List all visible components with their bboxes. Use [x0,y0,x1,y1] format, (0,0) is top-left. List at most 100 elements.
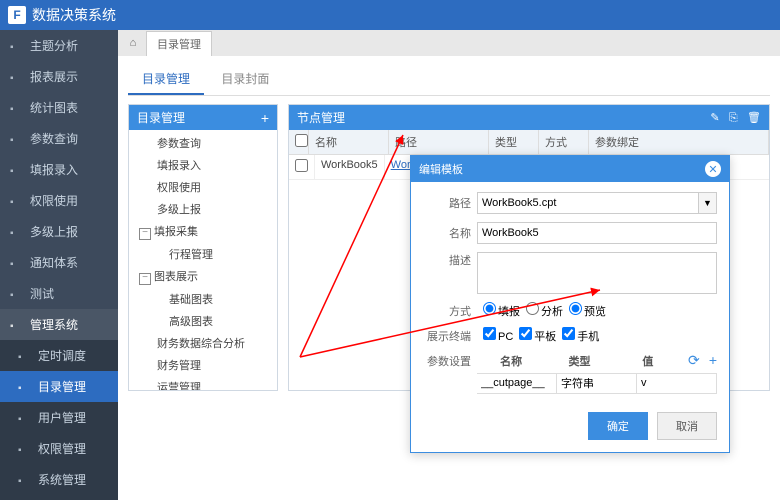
sidebar-item[interactable]: 多级上报 [0,216,118,247]
mode-radio[interactable] [526,302,539,315]
sidebar-item[interactable]: 主题分析 [0,30,118,61]
tree-item[interactable]: 基础图表 [129,288,277,310]
home-icon[interactable]: ⌂ [124,34,142,52]
path-dropdown-icon[interactable]: ▼ [699,192,717,214]
sidebar-sub-item[interactable]: 权限管理 [0,433,118,464]
add-param-icon[interactable]: + [709,352,717,368]
link-icon[interactable]: ⎘ [729,112,738,124]
nav-icon [18,442,32,456]
nav-icon [10,132,24,146]
sidebar-item[interactable]: 通知体系 [0,247,118,278]
sidebar-item-label: 目录管理 [38,378,86,395]
col-mode: 方式 [539,130,589,154]
mode-radio[interactable] [569,302,582,315]
sidebar-item-label: 权限管理 [38,440,86,457]
tree-item[interactable]: 填报采集 [129,220,277,243]
sidebar-item-label: 统计图表 [30,99,78,116]
sidebar-section-admin[interactable]: 管理系统 [0,309,118,340]
path-input[interactable] [477,192,699,214]
name-input[interactable] [477,222,717,244]
tab-catalog-cover[interactable]: 目录封面 [207,64,283,93]
tree-item[interactable]: 参数查询 [129,132,277,154]
nav-icon [18,349,32,363]
mode-opt-label: 分析 [541,306,563,318]
edit-icon[interactable]: ✎ [710,112,719,124]
add-icon[interactable]: + [261,110,269,126]
tree-item[interactable]: 财务管理 [129,354,277,376]
row-checkbox[interactable] [295,159,308,172]
tree-item[interactable]: 行程管理 [129,243,277,265]
sidebar-sub-item[interactable]: 定时调度 [0,340,118,371]
nav-icon [10,70,24,84]
node-panel-tools: ✎ ⎘ 🗑 [704,110,761,125]
nav-icon [10,194,24,208]
sidebar-item[interactable]: 参数查询 [0,123,118,154]
param-col-value: 值 [614,353,682,369]
param-col-name: 名称 [477,353,545,369]
nav-icon [10,225,24,239]
nav-icon [10,256,24,270]
sidebar-item[interactable]: 测试 [0,278,118,309]
sidebar-item-label: 系统管理 [38,471,86,488]
device-checkbox[interactable] [519,327,532,340]
name-label: 名称 [423,225,471,241]
tree-item[interactable]: 财务数据综合分析 [129,332,277,354]
app-logo-icon: F [8,6,26,24]
breadcrumb-tab[interactable]: 目录管理 [146,31,212,56]
breadcrumb: ⌂ 目录管理 [118,30,780,56]
mode-opt-label: 预览 [584,306,606,318]
ok-button[interactable]: 确定 [588,412,648,440]
sidebar-item[interactable]: 统计图表 [0,92,118,123]
tree-item[interactable]: 权限使用 [129,176,277,198]
tree-item[interactable]: 图表展示 [129,265,277,288]
sidebar-sub-item[interactable]: 外观配置 [0,495,118,500]
sidebar-item-label: 通知体系 [30,254,78,271]
close-icon[interactable]: ✕ [705,161,721,177]
refresh-icon[interactable]: ⟳ [688,352,700,368]
tree-item[interactable]: 多级上报 [129,198,277,220]
col-param: 参数绑定 [589,130,769,154]
tree-item[interactable]: 填报录入 [129,154,277,176]
sidebar-sub-item[interactable]: 用户管理 [0,402,118,433]
param-type-select[interactable] [561,377,632,389]
sidebar-sub-item[interactable]: 目录管理 [0,371,118,402]
mode-label: 方式 [423,303,471,319]
app-header: F 数据决策系统 [0,0,780,30]
tab-catalog-manage[interactable]: 目录管理 [128,64,204,95]
sidebar-sub-item[interactable]: 系统管理 [0,464,118,495]
cell-name: WorkBook5 [315,155,385,179]
mode-opt-label: 填报 [498,306,520,318]
sidebar: 主题分析报表展示统计图表参数查询填报录入权限使用多级上报通知体系测试 管理系统 … [0,30,118,500]
device-checkbox[interactable] [483,327,496,340]
nav-icon [18,411,32,425]
device-checkbox[interactable] [562,327,575,340]
sidebar-item[interactable]: 填报录入 [0,154,118,185]
sidebar-item[interactable]: 报表展示 [0,61,118,92]
param-name-input[interactable] [481,377,552,389]
param-value-input[interactable] [641,377,712,389]
mode-radio[interactable] [483,302,496,315]
desc-textarea[interactable] [477,252,717,294]
dialog-header[interactable]: 编辑模板 ✕ [411,156,729,182]
table-header: 名称 路径 类型 方式 参数绑定 [289,130,769,155]
nav-icon [18,473,32,487]
path-label: 路径 [423,195,471,211]
sidebar-item-label: 测试 [30,285,54,302]
delete-icon[interactable]: 🗑 [747,112,761,124]
sidebar-item-label: 定时调度 [38,347,86,364]
col-path: 路径 [389,130,489,154]
tree-item[interactable]: 运营管理 [129,376,277,390]
sidebar-item[interactable]: 权限使用 [0,185,118,216]
sidebar-section-label: 管理系统 [30,316,78,333]
cancel-button[interactable]: 取消 [657,412,717,440]
tree-panel: 目录管理 + 参数查询填报录入权限使用多级上报填报采集行程管理图表展示基础图表高… [128,104,278,391]
param-label: 参数设置 [423,353,471,369]
node-panel-title: 节点管理 [297,109,345,126]
tree-panel-title: 目录管理 [137,109,185,126]
tree-item[interactable]: 高级图表 [129,310,277,332]
app-title: 数据决策系统 [32,5,116,25]
checkbox-all[interactable] [295,134,308,147]
sidebar-item-label: 主题分析 [30,37,78,54]
tree-panel-header: 目录管理 + [129,105,277,130]
sidebar-item-label: 参数查询 [30,130,78,147]
